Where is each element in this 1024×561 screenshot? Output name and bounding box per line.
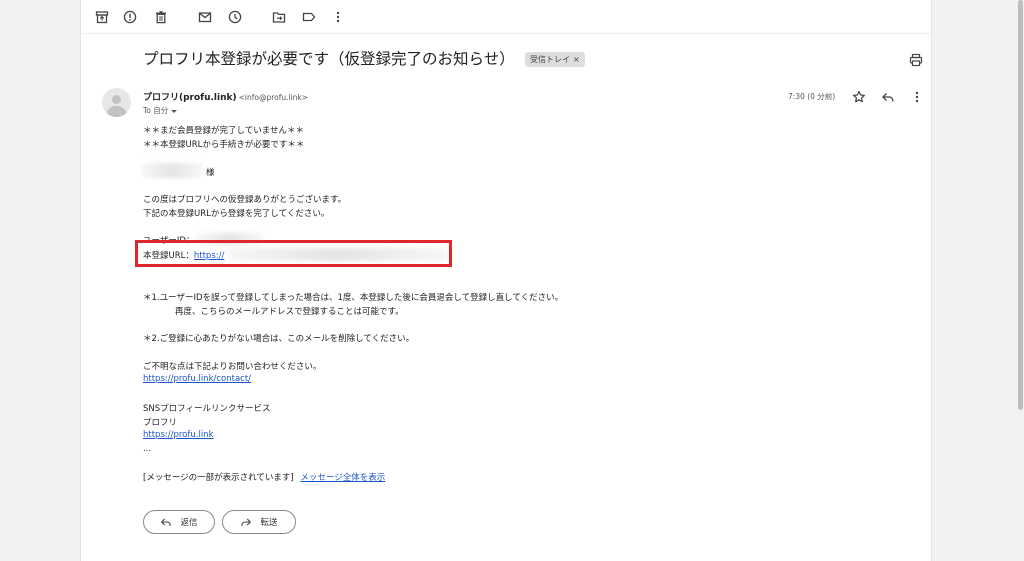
recipient-text: To 自分 [143,106,169,115]
trimmed-content-indicator[interactable]: ... [143,444,151,454]
received-time: 7:30 (0 分前) [788,92,836,101]
star-icon[interactable] [852,89,866,103]
clipped-notice: [メッセージの一部が表示されています] [143,473,294,483]
notice-line-1: ＊＊まだ会員登録が完了していません＊＊ [143,126,304,136]
note-1-continued: 再度、こちらのメールアドレスで登録することは可能です。 [175,307,404,317]
email-toolbar [81,0,931,34]
chevron-down-icon [171,109,178,113]
reply-icon[interactable] [881,89,895,103]
report-spam-icon[interactable] [122,9,138,25]
inbox-label-chip[interactable]: 受信トレイ × [525,52,585,67]
instruction-text: 下記の本登録URLから登録を完了してください。 [143,209,330,219]
sender-line: プロフリ(profu.link) <info@profu.link> [143,90,308,103]
contact-link[interactable]: https://profu.link/contact/ [143,374,251,384]
sender-email: <info@profu.link> [238,93,309,102]
avatar-body [107,106,126,117]
forward-arrow-icon [241,518,252,526]
reply-arrow-icon [161,518,172,526]
print-icon[interactable] [909,52,923,67]
notice-line-2: ＊＊本登録URLから手続きが必要です＊＊ [143,140,305,150]
thanks-text: この度はプロフリへの仮登録ありがとうございます。 [143,195,347,205]
reply-button[interactable]: 返信 [143,510,215,534]
email-panel: プロフリ本登録が必要です（仮登録完了のお知らせ） 受信トレイ × プロフリ(pro… [80,0,932,561]
recipient-details-toggle[interactable]: To 自分 [143,105,178,116]
scrollbar-thumb[interactable] [1018,0,1023,410]
forward-label: 転送 [260,518,278,528]
more-icon[interactable] [330,9,346,25]
inbox-label-text: 受信トレイ [530,55,570,64]
email-subject: プロフリ本登録が必要です（仮登録完了のお知らせ） [143,50,515,68]
label-icon[interactable] [301,9,317,25]
highlight-box [135,240,452,267]
clipped-notice-line: [メッセージの一部が表示されています] メッセージ全体を表示 [143,471,385,483]
sender-name: プロフリ(profu.link) [143,93,237,103]
forward-button[interactable]: 転送 [222,510,296,534]
delete-icon[interactable] [153,9,169,25]
snooze-icon[interactable] [227,9,243,25]
avatar-head [112,95,121,104]
remove-label-icon[interactable]: × [573,55,580,64]
brand-name: プロフリ [143,418,178,428]
more-options-icon[interactable] [910,89,924,103]
view-full-message-link[interactable]: メッセージ全体を表示 [300,473,385,483]
reply-label: 返信 [180,518,198,528]
move-to-icon[interactable] [271,9,287,25]
note-2: ＊2.ご登録に心あたりがない場合は、このメールを削除してください。 [143,334,415,344]
sender-avatar[interactable] [102,88,131,117]
mark-unread-icon[interactable] [197,9,213,25]
note-1: ＊1.ユーザーIDを誤って登録してしまった場合は、1度、本登録した後に会員退会し… [143,293,564,303]
inquiry-text: ご不明な点は下記よりお問い合わせください。 [143,362,322,372]
honorific: 様 [206,168,215,178]
service-name: SNSプロフィールリンクサービス [143,404,271,414]
home-link[interactable]: https://profu.link [143,430,214,440]
redacted-username [141,163,203,178]
archive-icon[interactable] [94,9,110,25]
